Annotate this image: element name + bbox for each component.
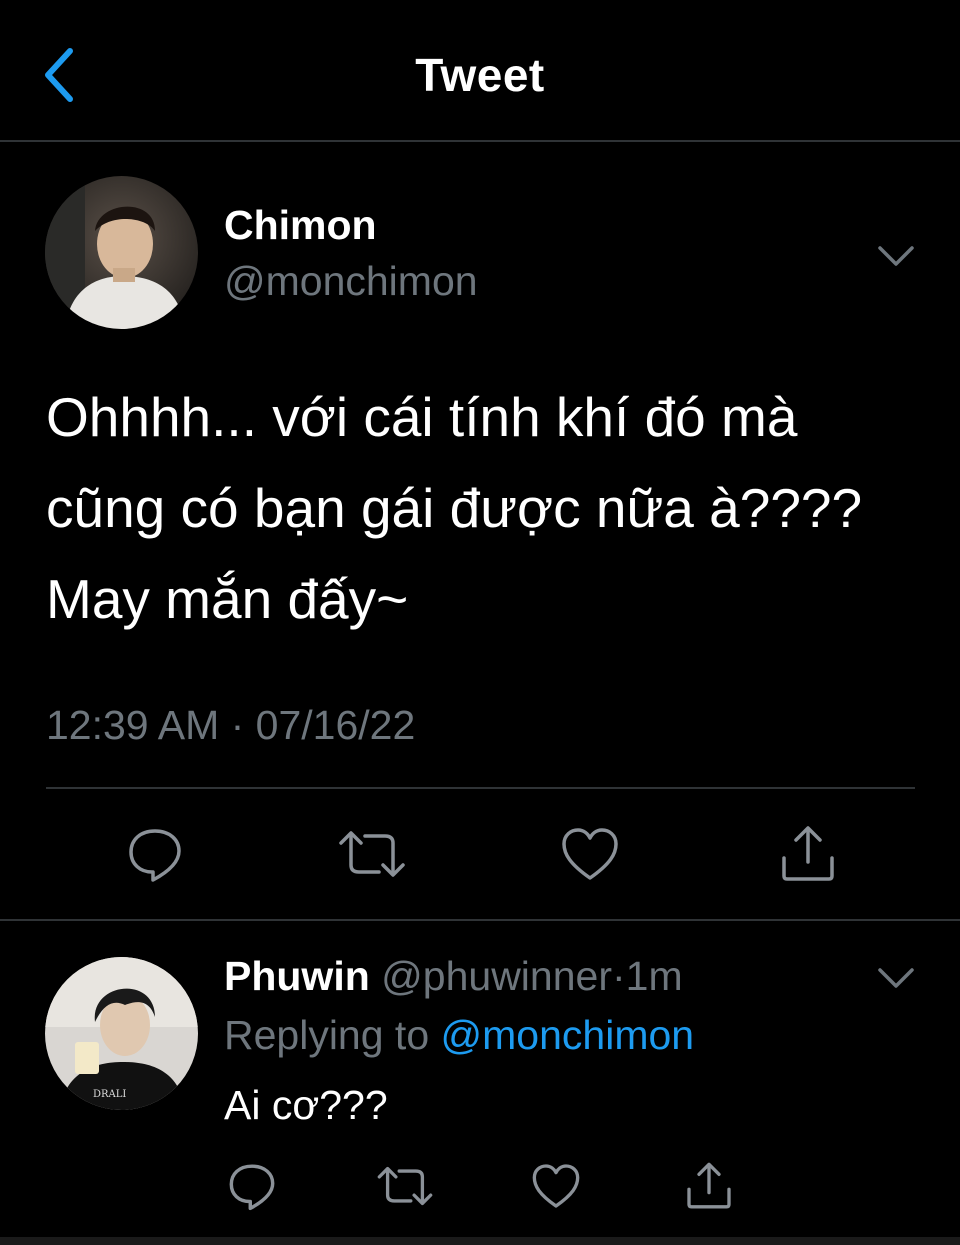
reply-icon: [229, 1164, 275, 1211]
chevron-down-icon: [878, 968, 914, 988]
retweet-button[interactable]: [375, 1158, 435, 1214]
replying-to-mention-link[interactable]: @monchimon: [441, 1012, 695, 1058]
share-icon: [782, 826, 834, 881]
avatar[interactable]: [45, 176, 198, 329]
avatar[interactable]: DRALI: [45, 957, 198, 1110]
retweet-icon: [339, 831, 405, 877]
reply-time: 1m: [625, 953, 683, 999]
svg-text:DRALI: DRALI: [93, 1089, 126, 1100]
share-button[interactable]: [683, 1158, 735, 1214]
reply-action-bar: [0, 1158, 960, 1218]
share-button[interactable]: [776, 822, 840, 886]
tweet-detail-screen: Tweet Chimon @monchimon Ohhhh... với cái…: [0, 0, 960, 1245]
like-button[interactable]: [530, 1158, 582, 1214]
reply-button[interactable]: [123, 822, 187, 886]
tweet-action-bar: [0, 822, 960, 886]
tweet-text: Ohhhh... với cái tính khí đó mà cũng có …: [46, 386, 863, 630]
divider: [46, 787, 915, 789]
share-icon: [687, 1162, 731, 1209]
reply-icon: [129, 829, 181, 882]
page-title: Tweet: [415, 49, 545, 101]
tweet-options-button[interactable]: [876, 240, 916, 270]
reply-button[interactable]: [226, 1158, 278, 1214]
reply-header: Phuwin @phuwinner·1m: [224, 953, 683, 1000]
reply-text: Ai cơ???: [224, 1082, 388, 1128]
reply-separator: ·: [611, 953, 626, 999]
like-icon: [532, 1164, 580, 1208]
replying-to-line: Replying to @monchimon: [224, 1012, 694, 1059]
like-icon: [562, 828, 618, 880]
chevron-down-icon: [878, 246, 914, 266]
retweet-icon: [377, 1166, 433, 1206]
reply-author-name[interactable]: Phuwin: [224, 953, 370, 999]
author-handle[interactable]: @monchimon: [224, 258, 478, 305]
tweet-timestamp: 12:39 AM · 07/16/22: [46, 702, 416, 748]
retweet-button[interactable]: [337, 822, 407, 886]
top-nav-bar: Tweet: [0, 0, 960, 142]
bottom-edge: [0, 1237, 960, 1245]
author-name[interactable]: Chimon: [224, 202, 377, 249]
divider: [0, 919, 960, 921]
like-button[interactable]: [558, 822, 622, 886]
replying-to-label: Replying to: [224, 1012, 430, 1058]
reply-options-button[interactable]: [876, 962, 916, 992]
reply-author-handle[interactable]: @phuwinner: [381, 953, 612, 999]
